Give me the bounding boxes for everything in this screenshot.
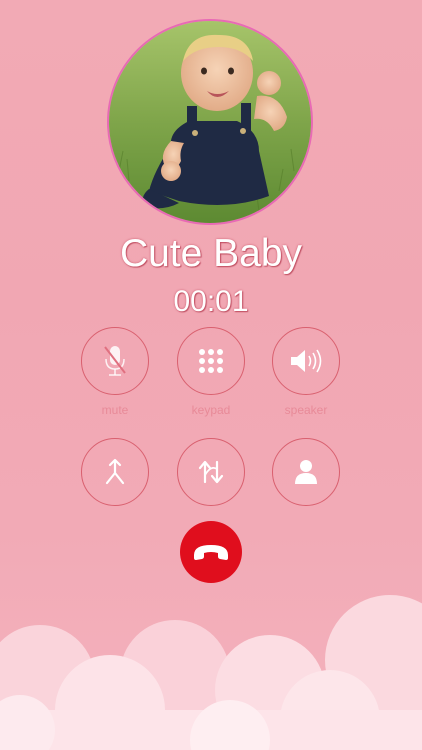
- swap-calls-button[interactable]: [177, 438, 245, 506]
- speaker-icon: [291, 349, 322, 373]
- keypad-button[interactable]: [177, 327, 245, 395]
- contacts-icon: [295, 460, 317, 484]
- microphone-muted-icon: [104, 346, 126, 376]
- keypad-label: keypad: [191, 403, 231, 417]
- caller-avatar: [107, 19, 313, 225]
- mute-label: mute: [101, 403, 129, 417]
- keypad-icon: [199, 349, 223, 373]
- clouds-decoration: [0, 595, 422, 750]
- baby-photo: [109, 21, 311, 223]
- swap-calls-icon: [198, 460, 224, 484]
- call-screen: Cute Baby 00:01 mute keypad speaker: [0, 0, 422, 750]
- speaker-label: speaker: [284, 403, 328, 417]
- merge-calls-button[interactable]: [81, 438, 149, 506]
- call-timer: 00:01: [173, 285, 249, 318]
- end-call-button[interactable]: [180, 521, 242, 583]
- speaker-button[interactable]: [272, 327, 340, 395]
- caller-name: Cute Baby: [119, 232, 303, 275]
- merge-calls-icon: [105, 458, 125, 485]
- mute-button[interactable]: [81, 327, 149, 395]
- contacts-button[interactable]: [272, 438, 340, 506]
- end-call-icon: [194, 545, 228, 560]
